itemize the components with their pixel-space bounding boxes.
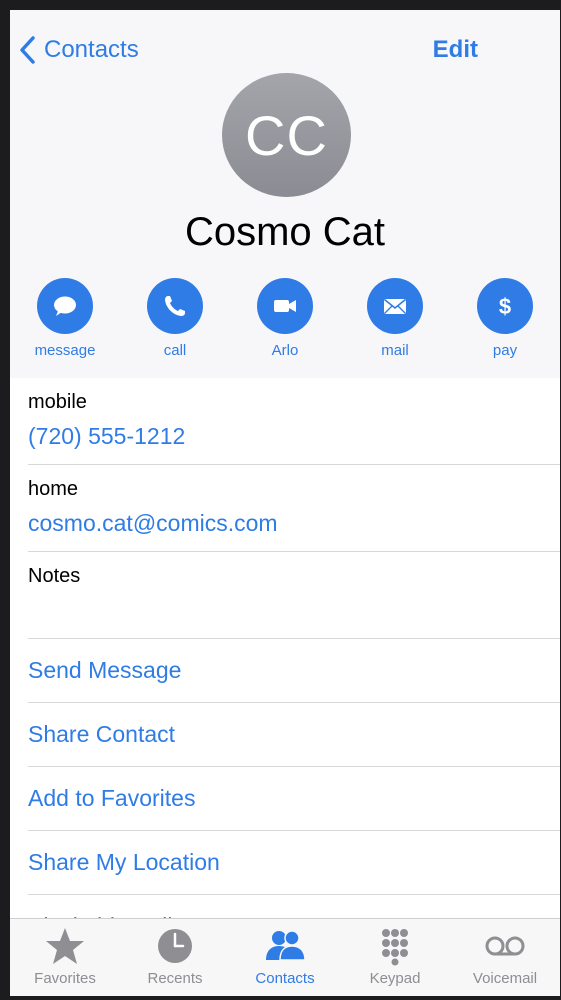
message-action-label: message — [34, 342, 96, 359]
share-my-location-link[interactable]: Share My Location — [28, 831, 560, 895]
tab-contacts-label: Contacts — [255, 970, 315, 987]
mobile-label: mobile — [28, 391, 87, 413]
arlo-action-button[interactable]: Arlo — [230, 278, 340, 359]
contact-name: Cosmo Cat — [184, 210, 386, 254]
mail-action-label: mail — [381, 342, 409, 359]
dollar-icon: $ — [499, 294, 511, 319]
mail-action-button[interactable]: mail — [340, 278, 450, 359]
tab-voicemail[interactable]: Voicemail — [450, 919, 560, 996]
mobile-number[interactable]: (720) 555-1212 — [28, 423, 185, 450]
envelope-icon — [383, 298, 407, 314]
tab-recents[interactable]: Recents — [120, 919, 230, 996]
email-address[interactable]: cosmo.cat@comics.com — [28, 510, 278, 537]
tab-favorites-label: Favorites — [34, 970, 96, 987]
edit-button[interactable]: Edit — [433, 36, 478, 64]
tab-contacts[interactable]: Contacts — [230, 919, 340, 996]
call-action-button[interactable]: call — [120, 278, 230, 359]
quick-actions: message call Arlo mail $ pay — [10, 278, 560, 368]
video-camera-icon — [274, 300, 296, 312]
contact-header: Contacts Edit CC Cosmo Cat message call — [10, 10, 560, 378]
chevron-left-icon — [20, 36, 35, 64]
star-icon — [46, 928, 84, 964]
send-message-link[interactable]: Send Message — [28, 639, 560, 703]
notes-label: Notes — [28, 565, 81, 587]
email-row[interactable]: home cosmo.cat@comics.com — [28, 465, 560, 552]
pay-action-label: pay — [492, 342, 518, 359]
share-contact-link[interactable]: Share Contact — [28, 703, 560, 767]
avatar: CC — [222, 73, 351, 197]
back-button[interactable]: Contacts — [18, 32, 139, 68]
message-action-button[interactable]: message — [10, 278, 120, 359]
clock-icon — [158, 929, 192, 963]
add-to-favorites-link[interactable]: Add to Favorites — [28, 767, 560, 831]
mobile-row[interactable]: mobile (720) 555-1212 — [28, 378, 560, 465]
phone-screen: Contacts Edit CC Cosmo Cat message call — [10, 10, 560, 996]
voicemail-icon — [485, 936, 525, 956]
contacts-icon — [266, 930, 306, 961]
tab-keypad-label: Keypad — [369, 970, 421, 987]
email-label: home — [28, 478, 79, 500]
avatar-initials: CC — [245, 103, 328, 167]
arlo-action-label: Arlo — [271, 342, 299, 359]
tab-voicemail-label: Voicemail — [472, 970, 538, 987]
keypad-icon — [382, 929, 408, 966]
tab-bar: Favorites Recents Contacts Keypad Voicem… — [10, 918, 560, 996]
tab-favorites[interactable]: Favorites — [10, 919, 120, 996]
notes-row[interactable]: Notes — [28, 552, 560, 639]
tab-recents-label: Recents — [147, 970, 203, 987]
contact-details: mobile (720) 555-1212 home cosmo.cat@com… — [10, 378, 560, 959]
call-action-label: call — [163, 342, 187, 359]
message-bubble-icon — [54, 296, 76, 316]
tab-keypad[interactable]: Keypad — [340, 919, 450, 996]
svg-text:$: $ — [499, 294, 511, 319]
back-label: Contacts — [44, 36, 139, 63]
phone-icon — [165, 296, 185, 316]
pay-action-button[interactable]: $ pay — [450, 278, 560, 359]
